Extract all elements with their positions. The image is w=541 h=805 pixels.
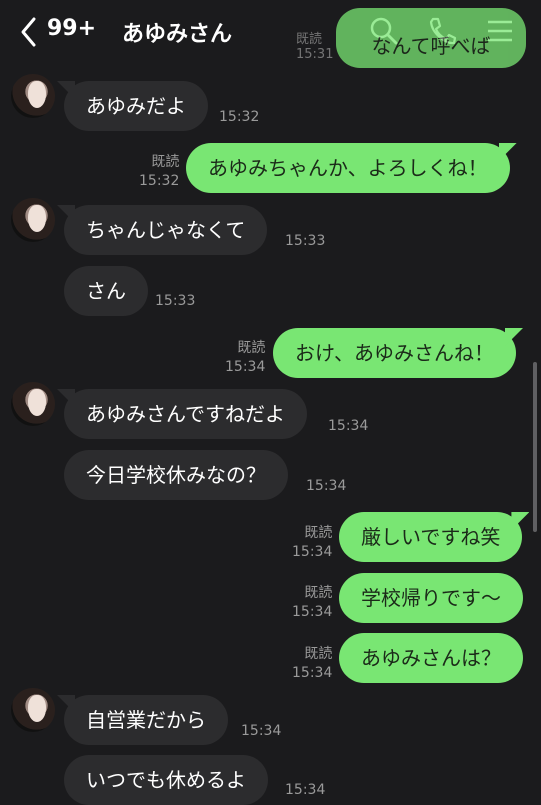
back-arrow-icon [21, 17, 36, 47]
message-read-status: 既読 [304, 525, 333, 541]
message-read-status: 既読 [151, 154, 180, 170]
incoming-message[interactable]: あゆみだよ [64, 81, 208, 131]
message-time: 15:34 [285, 782, 326, 798]
outgoing-message[interactable]: あゆみさんは？ [339, 633, 523, 683]
message-read-meta: 既読 15:34 [292, 584, 332, 622]
outgoing-message[interactable]: 学校帰りです～ [339, 573, 523, 623]
back-button[interactable] [14, 15, 44, 49]
avatar[interactable] [11, 382, 55, 426]
message-time: 15:32 [139, 173, 180, 189]
outgoing-message[interactable]: あゆみちゃんか、よろしくね！ [186, 143, 510, 193]
message-read-status: 既読 [304, 646, 333, 662]
message-time: 15:34 [292, 665, 333, 681]
message-read-meta: 既読 15:34 [225, 339, 265, 377]
unread-count[interactable]: 99+ [47, 16, 96, 41]
avatar[interactable] [11, 74, 55, 118]
incoming-message[interactable]: あゆみさんですねだよ [64, 389, 307, 439]
message-time: 15:34 [306, 478, 347, 494]
message-time: 15:32 [219, 109, 260, 125]
outgoing-message[interactable]: なんて呼べば [336, 8, 526, 68]
incoming-message[interactable]: 自営業だから [64, 695, 228, 745]
message-time: 15:33 [155, 293, 196, 309]
scrollbar[interactable] [533, 362, 537, 532]
avatar[interactable] [11, 198, 55, 242]
message-time: 15:34 [225, 359, 266, 375]
chat-title: あゆみさん [122, 22, 233, 47]
message-time: 15:31 [296, 47, 334, 62]
message-time: 15:34 [241, 723, 282, 739]
outgoing-message[interactable]: 厳しいですね笑 [339, 512, 523, 562]
message-read-status: 既読 [304, 585, 333, 601]
message-read-status: 既読 [237, 340, 266, 356]
outgoing-message[interactable]: おけ、あゆみさんね！ [273, 328, 516, 378]
message-time: 15:33 [285, 233, 326, 249]
incoming-message[interactable]: さん [64, 266, 148, 316]
avatar[interactable] [11, 688, 55, 732]
message-read-meta: 既読 15:34 [292, 524, 332, 562]
message-read-meta: 既読 15:32 [139, 153, 179, 191]
incoming-message[interactable]: 今日学校休みなの？ [64, 450, 288, 500]
message-read-meta: 既読 15:34 [292, 645, 332, 683]
message-read-meta: 既読 15:31 [296, 28, 333, 62]
message-time: 15:34 [292, 544, 333, 560]
incoming-message[interactable]: ちゃんじゃなくて [64, 205, 268, 255]
message-read-status: 既読 [296, 32, 323, 47]
incoming-message[interactable]: いつでも休めるよ [64, 755, 268, 805]
message-time: 15:34 [292, 604, 333, 620]
message-time: 15:34 [328, 418, 369, 434]
